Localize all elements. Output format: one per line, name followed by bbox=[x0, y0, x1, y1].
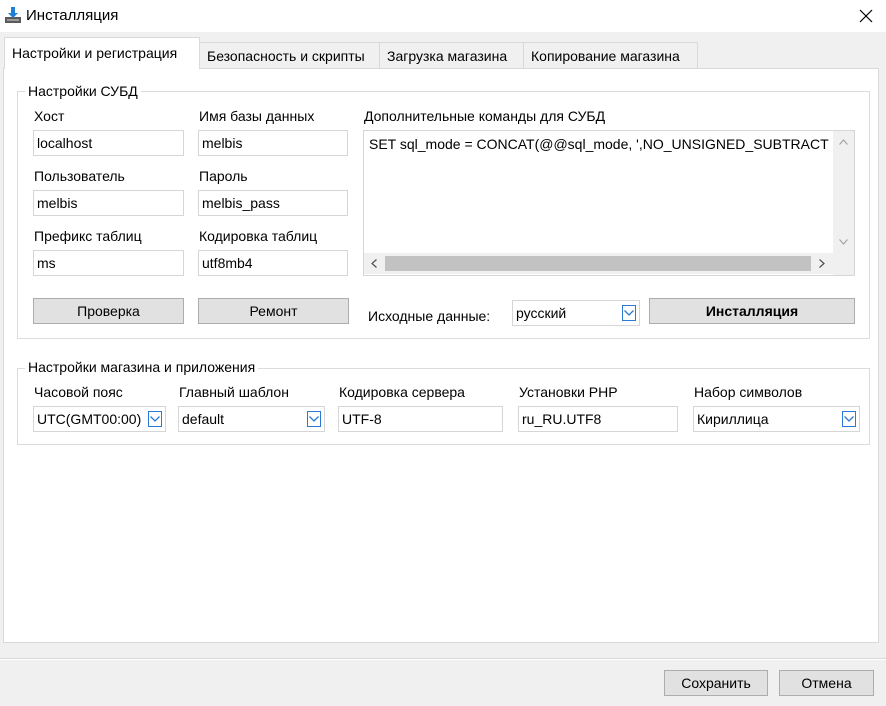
encoding-input[interactable]: utf8mb4 bbox=[198, 250, 348, 276]
scroll-up-icon[interactable] bbox=[839, 139, 848, 145]
charset-label: Набор символов bbox=[694, 384, 803, 400]
php-settings-label: Установки PHP bbox=[519, 384, 618, 400]
tab-settings-registration[interactable]: Настройки и регистрация bbox=[4, 37, 200, 69]
install-button[interactable]: Инсталляция bbox=[649, 298, 855, 324]
extra-commands-text: SET sql_mode = CONCAT(@@sql_mode, ',NO_U… bbox=[369, 136, 829, 152]
source-data-label: Исходные данные: bbox=[368, 308, 491, 324]
charset-select[interactable]: Кириллица bbox=[693, 406, 860, 432]
source-data-select[interactable]: русский bbox=[512, 300, 640, 326]
extra-commands-textarea[interactable]: SET sql_mode = CONCAT(@@sql_mode, ',NO_U… bbox=[363, 130, 855, 276]
scroll-down-icon[interactable] bbox=[839, 239, 848, 245]
server-encoding-label: Кодировка сервера bbox=[339, 384, 465, 400]
password-label: Пароль bbox=[199, 168, 248, 184]
horizontal-scrollbar[interactable] bbox=[364, 253, 833, 274]
template-value: default bbox=[182, 411, 225, 427]
timezone-value: UTC(GMT00:00) bbox=[37, 411, 142, 427]
server-encoding-input[interactable]: UTF-8 bbox=[338, 406, 503, 432]
charset-value: Кириллица bbox=[697, 411, 769, 427]
dbname-input[interactable]: melbis bbox=[198, 130, 348, 156]
template-label: Главный шаблон bbox=[179, 384, 289, 400]
timezone-label: Часовой пояс bbox=[34, 384, 123, 400]
chevron-down-icon[interactable] bbox=[842, 411, 856, 427]
prefix-label: Префикс таблиц bbox=[34, 228, 142, 244]
footer-divider-highlight bbox=[0, 659, 886, 660]
timezone-select[interactable]: UTC(GMT00:00) bbox=[33, 406, 166, 432]
tab-security-scripts[interactable]: Безопасность и скрипты bbox=[199, 42, 380, 68]
tab-shop-copy[interactable]: Копирование магазина bbox=[523, 42, 698, 68]
install-app-icon bbox=[4, 6, 22, 24]
repair-button[interactable]: Ремонт bbox=[198, 298, 349, 324]
source-data-value: русский bbox=[516, 305, 567, 321]
horizontal-scroll-thumb[interactable] bbox=[385, 256, 811, 271]
template-select[interactable]: default bbox=[178, 406, 325, 432]
db-settings-title: Настройки СУБД bbox=[25, 83, 141, 99]
vertical-scrollbar[interactable] bbox=[833, 131, 854, 253]
tab-shop-loading[interactable]: Загрузка магазина bbox=[379, 42, 524, 68]
prefix-input[interactable]: ms bbox=[33, 250, 184, 276]
chevron-down-icon[interactable] bbox=[307, 411, 321, 427]
window-title: Инсталляция bbox=[26, 7, 119, 24]
password-input[interactable]: melbis_pass bbox=[198, 190, 348, 216]
chevron-down-icon[interactable] bbox=[148, 411, 162, 427]
title-bar: Инсталляция bbox=[0, 0, 886, 32]
user-label: Пользователь bbox=[34, 168, 125, 184]
user-input[interactable]: melbis bbox=[33, 190, 184, 216]
scroll-right-icon[interactable] bbox=[819, 259, 825, 268]
php-settings-input[interactable]: ru_RU.UTF8 bbox=[518, 406, 678, 432]
cancel-button[interactable]: Отмена bbox=[779, 670, 874, 696]
close-icon bbox=[859, 9, 873, 23]
chevron-down-icon[interactable] bbox=[622, 305, 636, 321]
close-window-button[interactable] bbox=[846, 0, 886, 32]
dbname-label: Имя базы данных bbox=[199, 108, 315, 124]
save-button[interactable]: Сохранить bbox=[664, 670, 768, 696]
check-button[interactable]: Проверка bbox=[33, 298, 184, 324]
shop-settings-title: Настройки магазина и приложения bbox=[25, 359, 259, 375]
host-input[interactable]: localhost bbox=[33, 130, 184, 156]
scroll-left-icon[interactable] bbox=[371, 259, 377, 268]
extra-commands-label: Дополнительные команды для СУБД bbox=[364, 108, 606, 124]
scrollbar-corner bbox=[833, 253, 854, 275]
encoding-label: Кодировка таблиц bbox=[199, 228, 318, 244]
host-label: Хост bbox=[34, 108, 65, 124]
